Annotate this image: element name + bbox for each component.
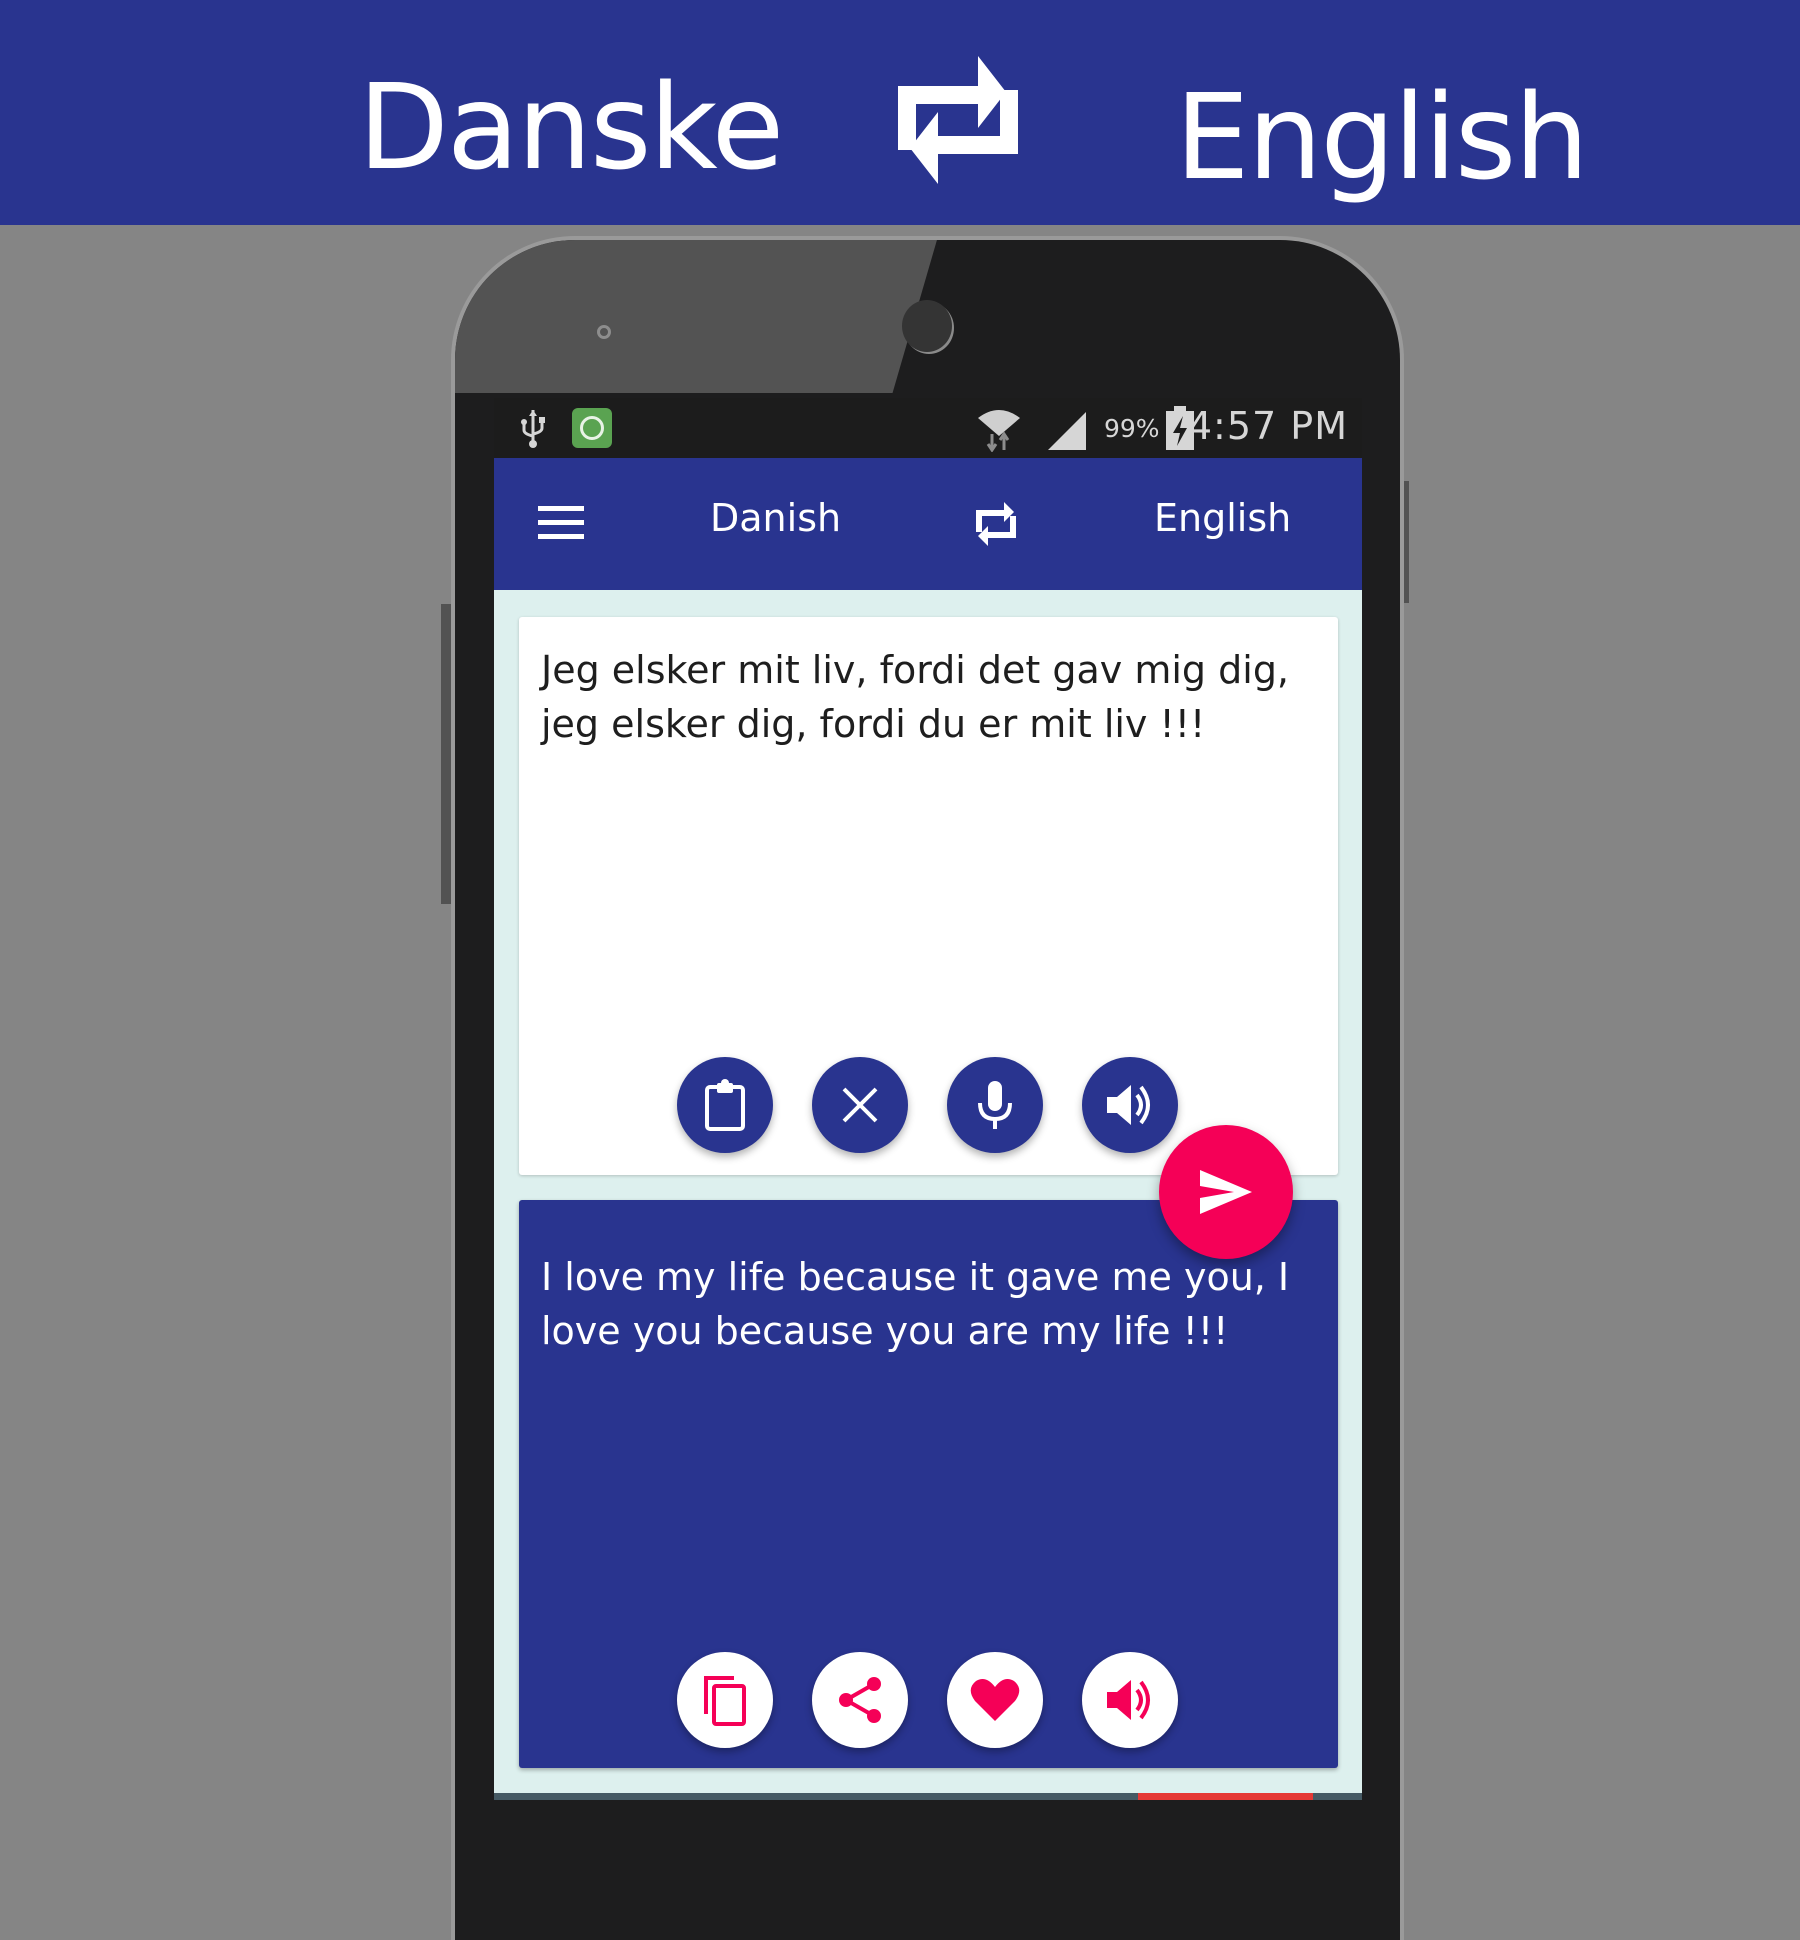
input-card: Jeg elsker mit liv, fordi det gav mig di… [519,617,1338,1175]
target-language-selector[interactable]: English [1154,496,1291,540]
bottom-bar-accent [1138,1793,1313,1800]
heart-icon [970,1679,1020,1721]
status-bar: 99% 4:57 PM [494,398,1362,458]
speak-translation-button[interactable] [1082,1652,1178,1748]
close-icon [842,1087,878,1123]
phone-side-button-right [1401,481,1409,603]
translate-button[interactable] [1159,1125,1293,1259]
wifi-icon [978,410,1020,452]
clear-button[interactable] [812,1057,908,1153]
hamburger-menu-icon[interactable] [538,506,584,540]
translated-text: I love my life because it gave me you, I… [541,1255,1290,1353]
speaker-icon [1107,1680,1150,1720]
microphone-icon [978,1081,1012,1129]
status-time: 4:57 PM [1187,404,1348,448]
speaker-icon [1107,1085,1150,1125]
phone-screen: 99% 4:57 PM Danish English Jeg elsker mi… [494,398,1362,1800]
speak-source-button[interactable] [1082,1057,1178,1153]
app-bar: Danish English [494,458,1362,590]
clipboard-icon [705,1079,745,1131]
phone-front-camera [902,300,952,352]
promo-banner: Danske English [0,0,1800,225]
send-icon [1200,1170,1252,1214]
phone-side-button-left [441,604,453,904]
source-language-selector[interactable]: Danish [710,496,841,540]
app-notification-icon [572,408,612,448]
share-button[interactable] [812,1652,908,1748]
swap-languages-button[interactable] [972,500,1020,548]
copy-button[interactable] [677,1652,773,1748]
phone-sensor [597,325,611,339]
share-icon [839,1677,881,1723]
battery-percentage: 99% [1104,414,1160,443]
paste-button[interactable] [677,1057,773,1153]
favorite-button[interactable] [947,1652,1043,1748]
output-card: I love my life because it gave me you, I… [519,1200,1338,1768]
voice-input-button[interactable] [947,1057,1043,1153]
source-text-input[interactable]: Jeg elsker mit liv, fordi det gav mig di… [541,643,1321,751]
banner-source-language: Danske [358,58,784,196]
copy-icon [704,1676,746,1726]
banner-target-language: English [1175,68,1589,206]
signal-icon [1048,412,1086,450]
swap-arrows-icon [898,56,1018,184]
usb-icon [521,410,545,448]
